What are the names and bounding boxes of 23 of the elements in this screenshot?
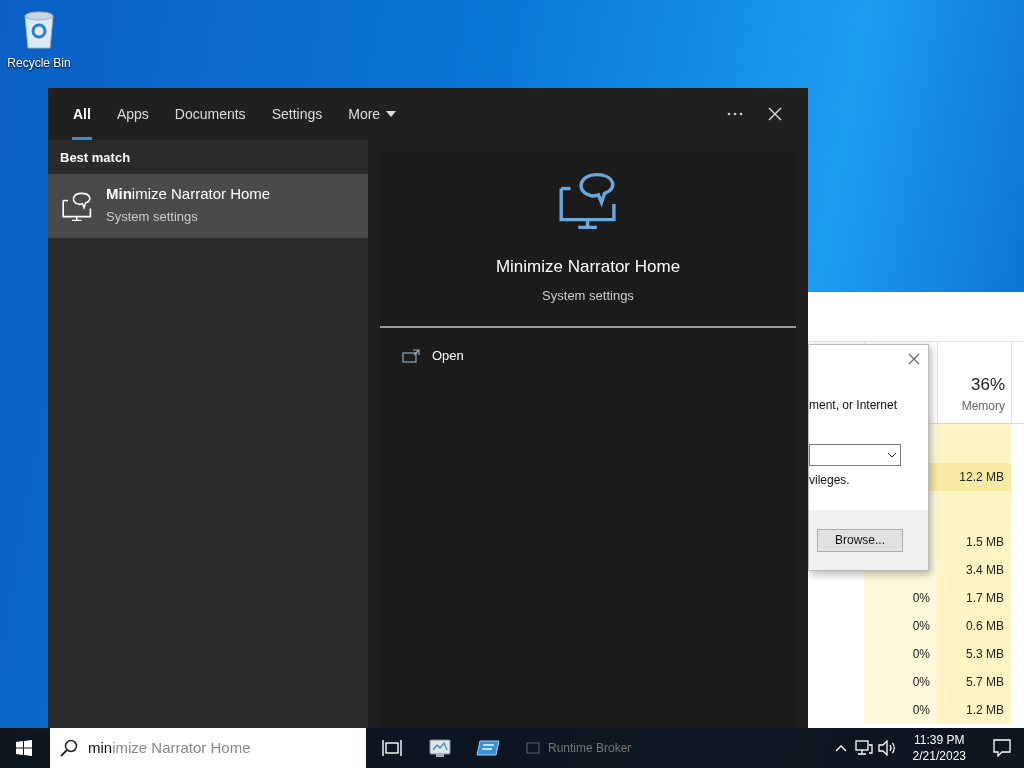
table-cell-text: 0% (912, 618, 930, 635)
description-text: vileges. (809, 472, 851, 489)
process-name: Runtime Broker (548, 740, 632, 757)
table-cell-text: 5.7 MB (966, 674, 1004, 691)
table-cell-text: 1.2 MB (966, 702, 1004, 719)
table-cell-text: 0.6 MB (966, 618, 1004, 635)
table-cell-text: 12.2 MB (959, 469, 1004, 486)
table-cell-text: 1.7 MB (966, 590, 1004, 607)
table-cell-text: 0% (912, 590, 930, 607)
memory-percent: 36% (970, 373, 1005, 396)
result-title: Minimize Narrator Home (106, 184, 271, 203)
preview-subtitle: System settings (542, 286, 634, 305)
table-cell-text: 0% (912, 674, 930, 691)
table-cell-text: 0% (912, 646, 930, 663)
preview-title: Minimize Narrator Home (495, 256, 681, 278)
table-cell-text: 3.4 MB (966, 562, 1004, 579)
table-cell-text: 0% (912, 702, 930, 719)
table-cell-text: 1.5 MB (966, 534, 1004, 551)
description-text: ment, or Internet (809, 397, 899, 414)
search-query: minimize Narrator Home (88, 737, 251, 758)
result-subtitle: System settings (106, 207, 199, 226)
table-cell-text: 5.3 MB (966, 646, 1004, 663)
section-heading: Best match (59, 149, 132, 167)
